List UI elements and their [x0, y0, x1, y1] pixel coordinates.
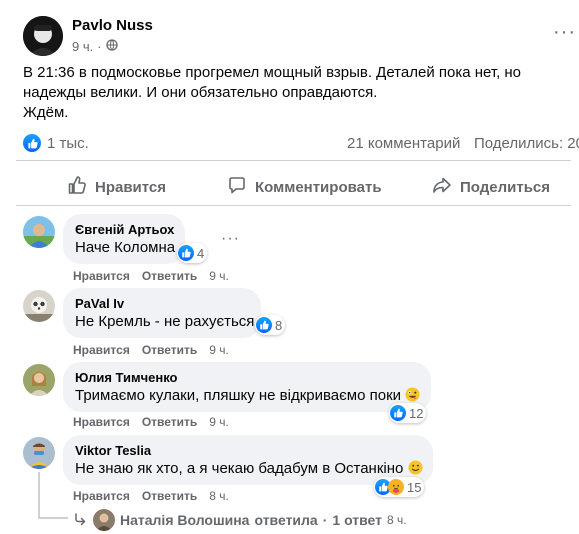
comment-avatar[interactable] — [23, 216, 55, 248]
reply-thread-line — [38, 472, 40, 518]
comment-author[interactable]: Євгеній Артьох — [75, 222, 174, 238]
post-time[interactable]: 9 ч. — [72, 39, 93, 54]
comment-text: Наче Коломна — [75, 239, 176, 256]
share-button[interactable]: Поделиться — [432, 172, 550, 202]
comment-actions: Нравится Ответить 8 ч. — [73, 489, 229, 503]
share-button-label: Поделиться — [460, 178, 551, 196]
post-meta: 9 ч. · — [72, 39, 118, 54]
comment-text-line: Не знаю як хто, а я чекаю бадабум в Оста… — [75, 459, 423, 481]
reply-separator: · — [322, 512, 328, 528]
divider — [16, 205, 571, 206]
comment-bubble: Юлия Тимченко Тримаємо кулаки, пляшку не… — [63, 362, 431, 412]
comment-bubble: Євгеній Артьох Наче Коломна — [63, 214, 185, 264]
comment-reactions[interactable]: 12 — [389, 403, 427, 423]
view-replies-link[interactable]: Наталія Волошина ответила · 1 ответ 8 ч. — [72, 509, 407, 531]
like-button[interactable]: Нравится — [67, 172, 166, 202]
comment-reply-link[interactable]: Ответить — [142, 489, 197, 503]
comment-text: Не Кремль - не рахується. — [75, 313, 259, 330]
comment-like-link[interactable]: Нравится — [73, 269, 130, 283]
like-button-label: Нравится — [95, 178, 167, 196]
comment-like-link[interactable]: Нравится — [73, 489, 130, 503]
comment-time[interactable]: 9 ч. — [209, 269, 229, 283]
meta-dot: · — [97, 39, 102, 54]
comment-bubble: Viktor Teslia Не знаю як хто, а я чекаю … — [63, 435, 433, 485]
comment-actions: Нравится Ответить 9 ч. — [73, 343, 229, 357]
comment-reply-link[interactable]: Ответить — [142, 415, 197, 429]
comment-actions: Нравится Ответить 9 ч. — [73, 269, 229, 283]
comment-reactions-count: 15 — [407, 479, 422, 495]
comment-reactions[interactable]: 4 — [177, 243, 208, 263]
reply-action: ответила — [254, 512, 318, 528]
like-reaction-icon — [178, 245, 194, 261]
globe-icon — [105, 39, 118, 54]
care-reaction-icon — [388, 479, 404, 495]
comment-button[interactable]: Комментировать — [227, 172, 382, 202]
reply-thread-line — [38, 517, 68, 519]
comment-reactions[interactable]: 15 — [374, 477, 425, 497]
comment-reactions[interactable]: 8 — [255, 315, 286, 335]
comment-like-link[interactable]: Нравится — [73, 343, 130, 357]
comment-reactions-count: 8 — [275, 317, 283, 333]
post-text-line: надежды велики. И они обязательно оправд… — [23, 84, 378, 101]
comment-avatar[interactable] — [23, 290, 55, 322]
like-reaction-icon — [256, 317, 272, 333]
post-more-icon[interactable]: ··· — [553, 22, 576, 42]
post-author-name[interactable]: Pavlo Nuss — [72, 17, 153, 34]
reply-author-name: Наталія Волошина — [120, 512, 250, 528]
comment-like-link[interactable]: Нравится — [73, 415, 130, 429]
comment-author[interactable]: Viktor Teslia — [75, 443, 421, 459]
share-icon — [432, 175, 452, 199]
comment-reply-link[interactable]: Ответить — [142, 269, 197, 283]
comment-reactions-count: 4 — [197, 245, 205, 261]
post-text-line: Ждём. — [23, 104, 69, 121]
comment-avatar[interactable] — [23, 364, 55, 396]
reply-author-avatar — [93, 509, 115, 531]
comment-button-label: Комментировать — [255, 178, 382, 196]
comment-reactions-count: 12 — [409, 405, 424, 421]
post-reactions-count: 1 тыс. — [47, 134, 89, 152]
comment-actions: Нравится Ответить 9 ч. — [73, 415, 229, 429]
comment-avatar[interactable] — [23, 437, 55, 469]
comment-text-line: Тримаємо кулаки, пляшку не відкриваємо п… — [75, 386, 420, 408]
like-reaction-icon — [390, 405, 406, 421]
divider — [16, 160, 571, 161]
reply-count: 1 ответ — [332, 512, 383, 528]
comment-time[interactable]: 8 ч. — [209, 489, 229, 503]
comment-more-icon[interactable]: ··· — [221, 231, 240, 247]
comment-time[interactable]: 9 ч. — [209, 343, 229, 357]
post-text: В 21:36 в подмосковье прогремел мощный в… — [23, 63, 543, 123]
comment-time[interactable]: 9 ч. — [209, 415, 229, 429]
comment-author[interactable]: PaVal Iv — [75, 296, 249, 312]
comment-bubble: PaVal Iv Не Кремль - не рахується. — [63, 288, 261, 338]
shares-count[interactable]: Поделились: 20 — [474, 135, 579, 152]
post-text-line: В 21:36 в подмосковье прогремел мощный в… — [23, 64, 522, 81]
like-reaction-icon — [23, 134, 41, 152]
comments-count[interactable]: 21 комментарий — [347, 135, 460, 152]
comment-text: Тримаємо кулаки, пляшку не відкриваємо п… — [75, 387, 402, 404]
comment-reply-link[interactable]: Ответить — [142, 343, 197, 357]
reply-time: 8 ч. — [387, 513, 407, 527]
reply-arrow-icon — [72, 511, 88, 530]
post-author-avatar[interactable] — [23, 16, 63, 56]
comment-text: Не знаю як хто, а я чекаю бадабум в Оста… — [75, 460, 404, 477]
thumbs-up-icon — [67, 175, 87, 199]
comment-icon — [227, 175, 247, 199]
post-reactions[interactable]: 1 тыс. — [23, 134, 89, 152]
comment-author[interactable]: Юлия Тимченко — [75, 370, 419, 386]
